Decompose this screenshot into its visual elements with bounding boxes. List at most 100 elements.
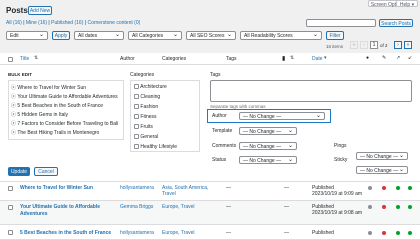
tags-textarea[interactable]: [210, 80, 412, 102]
next-page-button[interactable]: ›: [394, 41, 402, 49]
categories-label: Categories: [130, 72, 155, 78]
author-label: Author: [212, 113, 227, 119]
filter-button[interactable]: Filter: [326, 31, 344, 40]
comments-icon[interactable]: ▮: [282, 55, 285, 62]
post-author-link[interactable]: hollysantamera: [120, 185, 154, 191]
link-count-icon[interactable]: ↙: [408, 55, 412, 61]
filter-cornerstone[interactable]: Cornerstone content (0): [87, 20, 140, 26]
comments-label: Comments: [212, 143, 237, 149]
template-select[interactable]: — No Change —: [239, 127, 297, 135]
status-select[interactable]: — No Change —: [239, 156, 297, 164]
table-row: 5 Best Beaches in the South of France ho…: [0, 225, 420, 240]
cancel-button[interactable]: Cancel: [34, 167, 58, 176]
bulk-action-select[interactable]: Edit: [6, 31, 48, 40]
link-count-icon: [408, 186, 412, 190]
link-status-icon: [396, 186, 400, 190]
bulk-post-item: ⓧ Your Ultimate Guide to Affordable Adve…: [11, 94, 118, 100]
categories-select[interactable]: All Categories: [128, 31, 182, 40]
search-posts-button[interactable]: Search Posts: [379, 19, 413, 27]
filter-mine[interactable]: Mine (16): [26, 20, 47, 26]
readability-column-icon[interactable]: ✎: [382, 55, 386, 61]
post-tags: —: [226, 230, 231, 236]
category-item[interactable]: Architecture: [134, 84, 167, 90]
post-date: 2023/10/19 at 9:09 am: [312, 191, 363, 197]
post-title-link[interactable]: Where to Travel for Winter Sun: [20, 185, 116, 191]
post-comments: —: [284, 185, 289, 191]
post-categories[interactable]: Asia, South America, Travel: [162, 185, 212, 197]
readability-select[interactable]: All Readability Scores: [240, 31, 322, 40]
seo-score-icon: [368, 186, 372, 190]
view-filters: All (16) | Mine (16) | Published (16) | …: [6, 20, 141, 26]
update-button[interactable]: Update: [8, 167, 30, 176]
status-label: Status: [212, 157, 227, 163]
row-checkbox[interactable]: [8, 205, 13, 210]
readability-score-icon: [382, 205, 386, 209]
bulk-edit-heading: BULK EDIT: [8, 72, 32, 77]
post-author-link[interactable]: hollysantamera: [120, 230, 154, 236]
link-status-icon: [396, 205, 400, 209]
category-item[interactable]: Healthy Lifestyle: [134, 144, 177, 150]
post-categories[interactable]: Europe, Travel: [162, 204, 212, 210]
add-new-button[interactable]: Add New: [28, 6, 52, 15]
seo-select[interactable]: All SEO Scores: [186, 31, 236, 40]
filter-published[interactable]: Published (16): [51, 20, 83, 26]
readability-score-icon: [382, 231, 386, 235]
category-item[interactable]: Fruits: [134, 124, 153, 130]
post-title-link[interactable]: 5 Best Beaches in the South of France: [20, 230, 111, 236]
post-title-link[interactable]: Your Ultimate Guide to Affordable Advent…: [20, 204, 116, 217]
comments-sort-icon[interactable]: ⇅: [290, 55, 294, 61]
table-row: Your Ultimate Guide to Affordable Advent…: [0, 201, 420, 225]
table-row: Where to Travel for Winter Sun hollysant…: [0, 182, 420, 201]
post-tags: —: [226, 204, 231, 210]
row-checkbox[interactable]: [8, 186, 13, 191]
categories-checklist: Architecture Cleaning Fashion Fitness Fr…: [130, 80, 200, 152]
last-page-button[interactable]: »: [404, 41, 412, 49]
prev-page-button[interactable]: ‹: [360, 41, 368, 49]
select-all-checkbox[interactable]: [8, 56, 13, 62]
items-count: 16 items: [326, 44, 344, 49]
current-page-input[interactable]: 1: [370, 41, 378, 49]
help-button[interactable]: Help ▾: [396, 0, 418, 8]
post-categories[interactable]: Europe, Travel: [162, 230, 195, 236]
column-date[interactable]: Date: [312, 56, 323, 62]
filter-all[interactable]: All (16): [6, 20, 22, 26]
table-header: Title ⇅ Author Categories Tags ▮ ⇅ Date …: [0, 53, 420, 65]
column-title[interactable]: Title: [20, 56, 29, 62]
bulk-edit-panel: BULK EDIT ⓧ Where to Travel for Winter S…: [0, 65, 420, 182]
link-count-icon: [408, 231, 412, 235]
post-date: 2023/10/19 at 9:08 am: [312, 210, 363, 216]
post-tags: —: [226, 185, 231, 191]
post-author-link[interactable]: Gemma Briggs: [120, 204, 153, 210]
title-sort-icon[interactable]: ⇅: [34, 55, 38, 61]
post-status: Published: [312, 230, 334, 236]
date-sort-icon[interactable]: ▾: [324, 55, 327, 61]
category-item[interactable]: Cleaning: [134, 94, 160, 100]
category-item[interactable]: Fashion: [134, 104, 158, 110]
search-input[interactable]: [306, 19, 376, 27]
comments-select[interactable]: — No Change —: [239, 142, 297, 150]
dates-select[interactable]: All dates: [74, 31, 124, 40]
bulk-edit-post-list: ⓧ Where to Travel for Winter Sun ⓧ Your …: [8, 80, 124, 140]
pings-select[interactable]: — No Change —: [356, 152, 408, 160]
sticky-select[interactable]: — No Change —: [356, 166, 408, 174]
seo-score-icon: [368, 205, 372, 209]
page-title: Posts: [6, 6, 28, 15]
row-checkbox[interactable]: [8, 230, 13, 235]
apply-button[interactable]: Apply: [52, 31, 70, 40]
tags-label: Tags: [210, 72, 221, 78]
link-count-icon: [408, 205, 412, 209]
pings-label: Pings: [334, 143, 347, 149]
bulk-post-item: ⓧ 7 Factors to Consider Before Traveling…: [11, 121, 119, 127]
seo-score-icon: [368, 231, 372, 235]
author-select[interactable]: — No Change —: [239, 112, 325, 120]
category-item[interactable]: General: [134, 134, 158, 140]
link-status-icon: [396, 231, 400, 235]
category-item[interactable]: Fitness: [134, 114, 157, 120]
seo-column-icon[interactable]: ●: [366, 55, 369, 61]
template-label: Template: [212, 128, 233, 134]
first-page-button[interactable]: «: [350, 41, 358, 49]
bulk-post-item: ⓧ 5 Hidden Gems in Italy: [11, 112, 68, 118]
link-column-icon[interactable]: ↗: [396, 55, 400, 61]
sticky-label: Sticky: [334, 157, 348, 163]
post-comments: —: [284, 204, 289, 210]
